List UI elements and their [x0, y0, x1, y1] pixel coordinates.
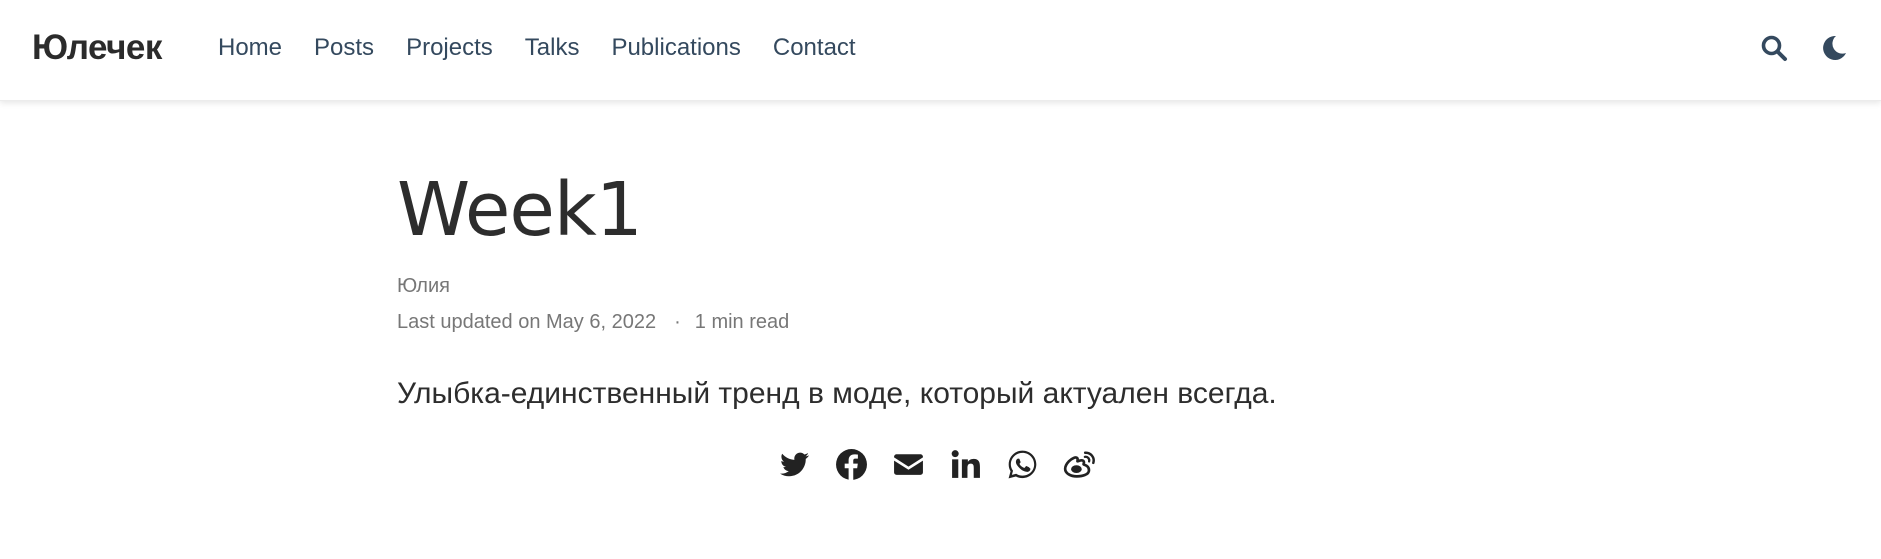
site-brand[interactable]: Юлечек — [32, 28, 162, 68]
facebook-icon[interactable] — [834, 447, 869, 482]
twitter-icon[interactable] — [777, 447, 812, 482]
nav-icons — [1759, 32, 1849, 64]
nav-link-publications[interactable]: Publications — [611, 34, 740, 62]
navbar: Юлечек Home Posts Projects Talks Publica… — [0, 0, 1881, 101]
linkedin-icon[interactable] — [948, 447, 983, 482]
meta-separator: · — [674, 311, 681, 333]
author-name[interactable]: Юлия — [397, 275, 450, 298]
page-title: Week1 — [397, 167, 643, 253]
share-bar — [777, 447, 1097, 482]
nav-link-posts[interactable]: Posts — [314, 34, 374, 62]
email-icon[interactable] — [891, 447, 926, 482]
nav-link-contact[interactable]: Contact — [773, 34, 856, 62]
article-meta: Last updated on May 6, 2022 · 1 min read — [397, 311, 789, 334]
whatsapp-icon[interactable] — [1005, 447, 1040, 482]
article-summary: Улыбка-единственный тренд в моде, которы… — [397, 377, 1277, 410]
main-nav: Home Posts Projects Talks Publications C… — [218, 34, 856, 62]
weibo-icon[interactable] — [1062, 447, 1097, 482]
search-icon[interactable] — [1759, 32, 1789, 64]
nav-link-projects[interactable]: Projects — [406, 34, 493, 62]
nav-link-home[interactable]: Home — [218, 34, 282, 62]
nav-link-talks[interactable]: Talks — [525, 34, 580, 62]
moon-icon[interactable] — [1819, 32, 1849, 64]
read-time: 1 min read — [694, 311, 790, 333]
last-updated: Last updated on May 6, 2022 — [397, 311, 657, 333]
